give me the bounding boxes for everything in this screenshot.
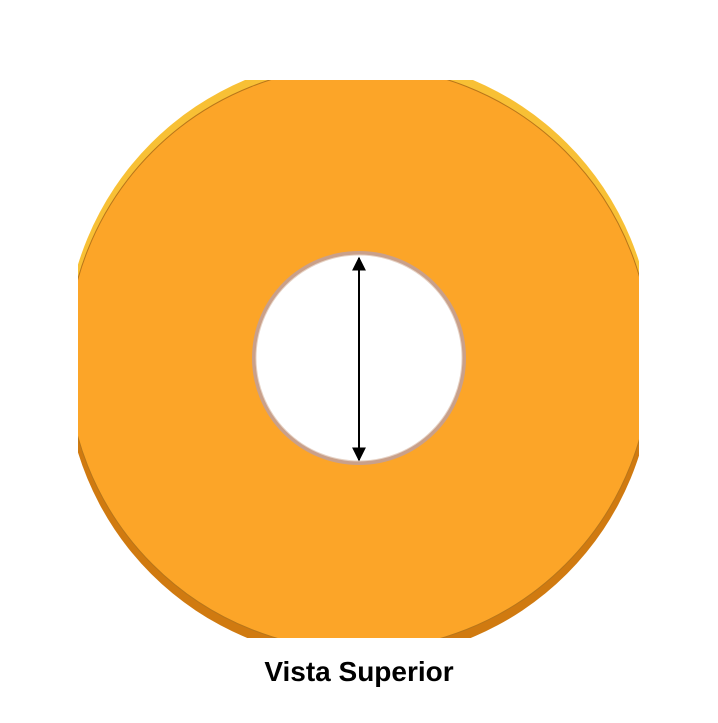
washer-svg <box>78 80 639 638</box>
view-caption: Vista Superior <box>264 656 454 687</box>
top-view-drawing <box>0 0 718 718</box>
